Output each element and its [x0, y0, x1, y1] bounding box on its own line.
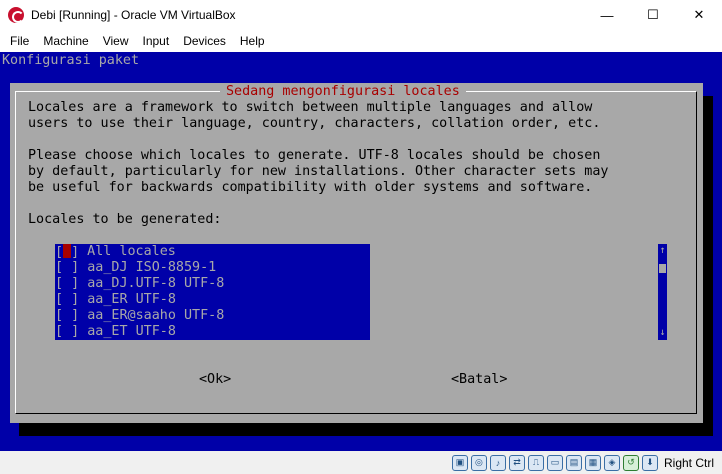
video-capture-icon[interactable]: ▦: [584, 454, 601, 471]
menu-file[interactable]: File: [3, 30, 36, 52]
window-controls: — ☐ ✕: [584, 0, 722, 30]
description-line: by default, particularly for new install…: [28, 164, 609, 179]
hard-disk-icon[interactable]: ▣: [451, 454, 468, 471]
close-button[interactable]: ✕: [676, 0, 722, 30]
checkbox[interactable]: [ ]: [55, 308, 79, 324]
list-item[interactable]: [ ] aa_DJ ISO-8859-1: [55, 260, 370, 276]
locale-label: aa_DJ ISO-8859-1: [79, 260, 217, 275]
ok-button[interactable]: <Ok>: [199, 372, 231, 388]
locales-list[interactable]: [] All locales [ ] aa_DJ ISO-8859-1 [ ] …: [55, 244, 370, 340]
cpu-icon[interactable]: ◈: [603, 454, 620, 471]
vm-screen-header: Konfigurasi paket: [2, 53, 140, 68]
usb-icon[interactable]: ⎍: [527, 454, 544, 471]
checkbox[interactable]: []: [55, 244, 79, 260]
host-key-label: Right Ctrl: [663, 455, 714, 470]
locales-dialog: Sedang mengonfigurasi locales Locales ar…: [10, 83, 703, 423]
virtualbox-app-icon: [8, 7, 24, 23]
menu-input[interactable]: Input: [136, 30, 177, 52]
list-item[interactable]: [] All locales: [55, 244, 370, 260]
description-line: Please choose which locales to generate.…: [28, 148, 601, 163]
locale-label: aa_ER UTF-8: [79, 292, 176, 307]
vm-display[interactable]: Konfigurasi paket Sedang mengonfigurasi …: [0, 52, 722, 451]
locales-list-label: Locales to be generated:: [28, 212, 222, 227]
list-item[interactable]: [ ] aa_DJ.UTF-8 UTF-8: [55, 276, 370, 292]
checkbox[interactable]: [ ]: [55, 276, 79, 292]
menu-devices[interactable]: Devices: [176, 30, 233, 52]
guest-additions-icon[interactable]: ↺: [622, 454, 639, 471]
mouse-integration-icon[interactable]: ⬇: [641, 454, 658, 471]
list-item[interactable]: [ ] aa_ER UTF-8: [55, 292, 370, 308]
locale-label: aa_ET UTF-8: [79, 324, 176, 339]
maximize-button[interactable]: ☐: [630, 0, 676, 30]
menu-view[interactable]: View: [96, 30, 136, 52]
title-bar: Debi [Running] - Oracle VM VirtualBox — …: [0, 0, 722, 30]
menu-machine[interactable]: Machine: [36, 30, 95, 52]
checkbox[interactable]: [ ]: [55, 324, 79, 340]
scrollbar-thumb[interactable]: [659, 264, 666, 273]
status-bar: ▣ ◎ ♪ ⇄ ⎍ ▭ ▤ ▦ ◈ ↺ ⬇ Right Ctrl: [0, 451, 722, 474]
dialog-title: Sedang mengonfigurasi locales: [220, 83, 466, 100]
optical-drive-icon[interactable]: ◎: [470, 454, 487, 471]
description-line: users to use their language, country, ch…: [28, 116, 601, 131]
scroll-down-arrow-icon[interactable]: ↓: [658, 326, 667, 340]
description-line: be useful for backwards compatibility wi…: [28, 180, 593, 195]
network-icon[interactable]: ⇄: [508, 454, 525, 471]
locale-label: aa_DJ.UTF-8 UTF-8: [79, 276, 225, 291]
scroll-up-arrow-icon[interactable]: ↑: [658, 244, 667, 258]
audio-icon[interactable]: ♪: [489, 454, 506, 471]
window-title: Debi [Running] - Oracle VM VirtualBox: [31, 8, 236, 22]
cancel-button[interactable]: <Batal>: [451, 372, 507, 388]
menu-bar: File Machine View Input Devices Help: [0, 30, 722, 52]
menu-help[interactable]: Help: [233, 30, 272, 52]
locale-label: aa_ER@saaho UTF-8: [79, 308, 225, 323]
checkbox[interactable]: [ ]: [55, 260, 79, 276]
display-icon[interactable]: ▤: [565, 454, 582, 471]
description-line: Locales are a framework to switch betwee…: [28, 100, 593, 115]
list-item[interactable]: [ ] aa_ER@saaho UTF-8: [55, 308, 370, 324]
list-scrollbar[interactable]: ↑ ↓: [658, 244, 667, 340]
shared-folders-icon[interactable]: ▭: [546, 454, 563, 471]
text-cursor: [63, 244, 72, 258]
list-item[interactable]: [ ] aa_ET UTF-8: [55, 324, 370, 340]
minimize-button[interactable]: —: [584, 0, 630, 30]
locale-label: All locales: [79, 244, 176, 259]
checkbox[interactable]: [ ]: [55, 292, 79, 308]
